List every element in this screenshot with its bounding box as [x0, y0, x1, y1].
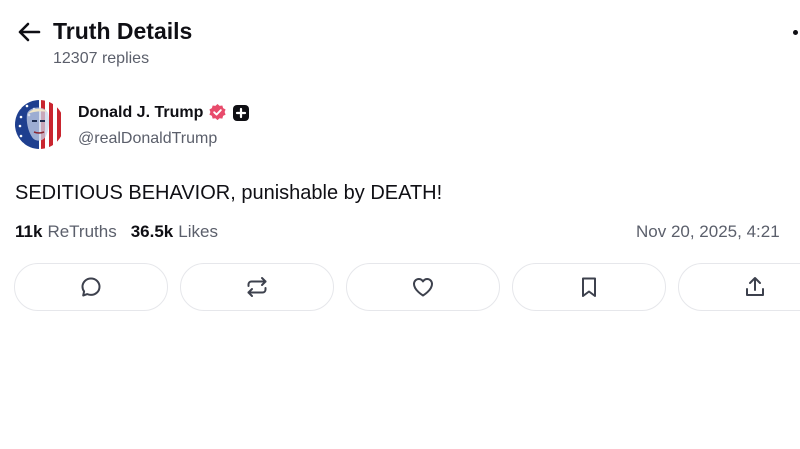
avatar-image	[15, 100, 64, 149]
share-button[interactable]	[678, 263, 800, 311]
back-button[interactable]	[14, 18, 44, 46]
truth-details-page: Truth Details 12307 replies Donald J. Tr…	[0, 0, 800, 449]
post-text: SEDITIOUS BEHAVIOR, punishable by DEATH!	[15, 182, 443, 204]
likes-count: 36.5k	[130, 222, 174, 241]
author-handle[interactable]: @realDonaldTrump	[78, 130, 217, 148]
author-name: Donald J. Trump	[78, 103, 204, 121]
action-bar	[0, 263, 800, 315]
retruths-stat[interactable]: 11k ReTruths	[15, 222, 117, 242]
verified-badge-icon	[208, 103, 227, 122]
likes-label: Likes	[178, 222, 218, 241]
arrow-left-icon	[18, 22, 41, 42]
author-name-row[interactable]: Donald J. Trump	[78, 103, 250, 122]
retruths-count: 11k	[15, 222, 43, 241]
post-stats: 11k ReTruths 36.5k Likes	[15, 222, 232, 242]
like-icon	[413, 278, 433, 297]
bookmark-icon	[582, 277, 596, 297]
header: Truth Details 12307 replies	[0, 0, 800, 80]
reply-icon	[81, 277, 101, 297]
page-title: Truth Details	[53, 18, 193, 44]
plus-badge-icon	[232, 104, 250, 122]
retruths-label: ReTruths	[47, 222, 117, 241]
post-timestamp: Nov 20, 2025, 4:21	[636, 222, 780, 241]
likes-stat[interactable]: 36.5k Likes	[131, 222, 218, 242]
bookmark-button[interactable]	[512, 263, 666, 311]
retruth-icon	[247, 277, 267, 297]
reply-button[interactable]	[14, 263, 168, 311]
avatar[interactable]	[15, 100, 64, 149]
share-icon	[746, 277, 764, 296]
retruth-button[interactable]	[180, 263, 334, 311]
like-button[interactable]	[346, 263, 500, 311]
reply-count: 12307 replies	[53, 50, 150, 67]
more-options-icon[interactable]	[793, 30, 798, 35]
